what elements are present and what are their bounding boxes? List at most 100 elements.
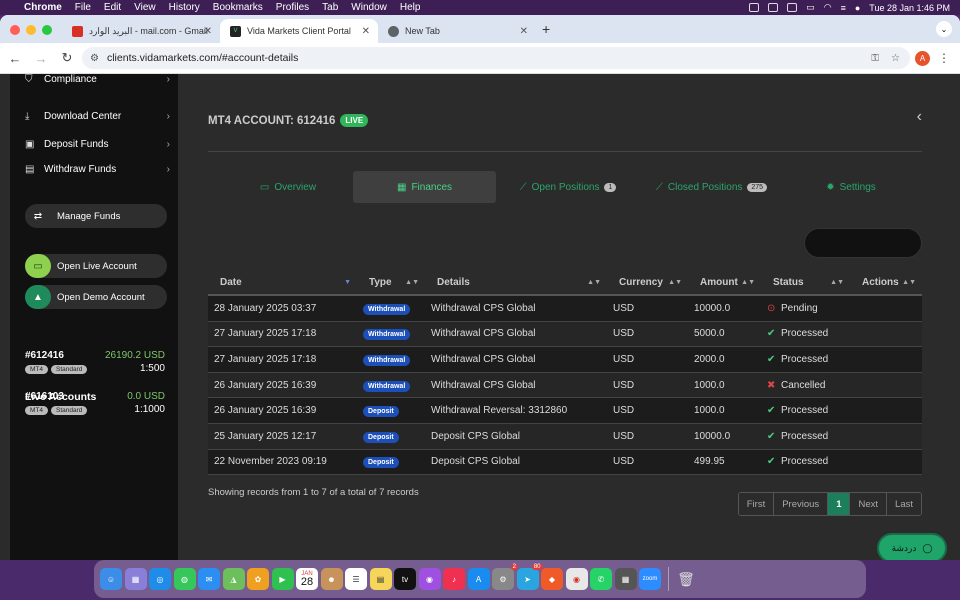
password-key-icon[interactable]: ⚿ (871, 53, 879, 64)
app-store-icon[interactable]: A (467, 568, 490, 590)
calendar-icon[interactable]: JAN 28 (296, 568, 318, 590)
tab-search-button[interactable]: ⌄ (936, 21, 952, 37)
url-text[interactable]: clients.vidamarkets.com/#account-details (107, 52, 298, 64)
tab-settings[interactable]: ✹ Settings (816, 171, 886, 203)
menu-help[interactable]: Help (400, 2, 421, 13)
menu-view[interactable]: View (134, 2, 156, 13)
table-row[interactable]: 26 January 2025 16:39 Deposit Withdrawal R… (208, 398, 922, 424)
finder-icon[interactable]: ☺ (100, 568, 122, 590)
photos-icon[interactable]: ✿ (247, 568, 269, 590)
screen-icon[interactable] (768, 3, 779, 12)
table-row[interactable]: 28 January 2025 03:37 Withdrawal Withdrawa… (208, 296, 922, 322)
forward-button[interactable]: → (28, 51, 54, 66)
tab-gmail[interactable]: البريد الوارد - mail.com - Gmail ✕ (62, 19, 220, 43)
menu-profiles[interactable]: Profiles (276, 2, 309, 13)
notes-icon[interactable]: ▤ (369, 568, 392, 590)
safari-icon[interactable]: ◎ (149, 568, 171, 590)
chrome-icon[interactable]: ◉ (565, 568, 588, 590)
bookmark-star-icon[interactable]: ☆ (891, 53, 900, 64)
wifi-icon[interactable]: ◠ (824, 2, 832, 13)
column-date[interactable]: Date ▼ (208, 269, 357, 295)
close-tab-icon[interactable]: ✕ (362, 26, 370, 37)
address-bar[interactable]: ⚙ clients.vidamarkets.com/#account-detai… (82, 47, 910, 69)
sidebar-item-deposit-funds[interactable]: ▣ Deposit Funds › (25, 139, 170, 150)
menu-window[interactable]: Window (351, 2, 387, 13)
search-input[interactable] (804, 228, 922, 258)
clock[interactable]: Tue 28 Jan 1:46 PM (869, 3, 950, 13)
site-info-icon[interactable]: ⚙ (90, 53, 99, 64)
table-row[interactable]: 25 January 2025 12:17 Deposit Deposit CPS … (208, 423, 922, 450)
whatsapp-icon[interactable]: ✆ (590, 568, 612, 590)
account-item-612416[interactable]: #612416 26190.2 USD MT4 Standard 1:500 (25, 350, 165, 374)
trash-icon[interactable]: 🗑 (675, 568, 697, 590)
table-row[interactable]: 26 January 2025 16:39 Withdrawal Withdrawa… (208, 372, 922, 399)
table-row[interactable]: 27 January 2025 17:18 Withdrawal Withdrawa… (208, 347, 922, 373)
menu-edit[interactable]: Edit (104, 2, 121, 13)
column-amount[interactable]: Amount ▲▼ (688, 269, 761, 295)
calculator-icon[interactable]: ▦ (614, 568, 637, 590)
control-center-icon[interactable]: ≡ (841, 3, 846, 13)
messages-icon[interactable]: ◍ (173, 568, 196, 590)
manage-funds-button[interactable]: ⇄ Manage Funds (25, 204, 167, 228)
column-status[interactable]: Status ▲▼ (761, 269, 850, 295)
account-item-616103[interactable]: #616103 0.0 USD MT4 Standard 1:1000 (25, 391, 165, 415)
music-icon[interactable]: ♪ (443, 568, 465, 590)
launchpad-icon[interactable]: ▦ (124, 568, 147, 590)
profile-avatar[interactable]: A (915, 51, 930, 66)
column-type[interactable]: Type ▲▼ (357, 269, 425, 295)
next-page-button[interactable]: Next (850, 493, 888, 515)
menu-file[interactable]: File (75, 2, 91, 13)
menu-app-name[interactable]: Chrome (24, 2, 62, 13)
tab-vida-markets[interactable]: V Vida Markets Client Portal ✕ (220, 19, 378, 43)
table-row[interactable]: 27 January 2025 17:18 Withdrawal Withdrawa… (208, 321, 922, 348)
open-demo-account-button[interactable]: ▲ Open Demo Account (25, 285, 167, 309)
battery-icon[interactable]: ▭ (806, 2, 815, 13)
menu-tab[interactable]: Tab (322, 2, 338, 13)
zoom-icon[interactable]: zoom (639, 568, 661, 590)
sidebar-item-withdraw-funds[interactable]: ▤ Withdraw Funds › (25, 164, 170, 175)
facetime-icon[interactable]: ▶ (271, 568, 294, 590)
tab-finances[interactable]: ▦ Finances (353, 171, 496, 203)
podcasts-icon[interactable]: ◉ (418, 568, 441, 590)
control-icon[interactable] (749, 3, 760, 12)
back-button[interactable]: ← (2, 51, 28, 66)
apple-tv-icon[interactable]: tv (394, 568, 416, 590)
mail-icon[interactable]: ✉ (198, 568, 220, 590)
sidebar-item-download-center[interactable]: ⤓ Download Center › (25, 111, 170, 122)
column-actions[interactable]: Actions ▲▼ (850, 269, 922, 295)
maps-icon[interactable]: ◮ (222, 568, 245, 590)
tab-open-positions[interactable]: ⟋ Open Positions 1 (508, 171, 628, 203)
previous-page-button[interactable]: Previous (774, 493, 829, 515)
zoom-window-button[interactable] (42, 25, 52, 35)
page-1-button[interactable]: 1 (828, 493, 851, 515)
close-tab-icon[interactable]: ✕ (204, 26, 212, 37)
new-tab-button[interactable]: + (542, 21, 550, 37)
last-page-button[interactable]: Last (887, 493, 921, 515)
first-page-button[interactable]: First (738, 493, 775, 515)
browser-menu-icon[interactable]: ⋮ (938, 51, 950, 65)
siri-icon[interactable]: ● (855, 3, 860, 13)
sidebar-item-compliance[interactable]: ⛉ Compliance › (25, 74, 170, 85)
column-currency[interactable]: Currency ▲▼ (607, 269, 688, 295)
reload-button[interactable]: ↻ (54, 50, 80, 66)
tab-new-tab[interactable]: New Tab ✕ (378, 19, 536, 43)
menu-history[interactable]: History (169, 2, 200, 13)
chat-button[interactable]: دردشة ◯ (877, 533, 947, 560)
telegram-icon[interactable]: ➤ 80 (516, 564, 543, 590)
chevron-left-icon[interactable]: ‹ (917, 108, 922, 126)
close-window-button[interactable] (10, 25, 20, 35)
reminders-icon[interactable]: ☰ (345, 568, 367, 590)
column-details[interactable]: Details ▲▼ (425, 269, 607, 295)
minimize-window-button[interactable] (26, 25, 36, 35)
menu-bookmarks[interactable]: Bookmarks (213, 2, 263, 13)
brave-icon[interactable]: ◆ (541, 568, 563, 590)
close-tab-icon[interactable]: ✕ (520, 26, 528, 37)
input-source-icon[interactable] (787, 3, 798, 12)
contacts-icon[interactable]: ☻ (320, 568, 343, 590)
account-leverage: 1:1000 (134, 404, 165, 415)
open-live-account-button[interactable]: ▭ Open Live Account (25, 254, 167, 278)
tab-closed-positions[interactable]: ⟋ Closed Positions 275 (644, 171, 779, 203)
system-settings-icon[interactable]: ⚙ 2 (492, 564, 518, 590)
table-row[interactable]: 22 November 2023 09:19 Deposit Deposit CPS… (208, 449, 922, 476)
tab-overview[interactable]: ▭ Overview (236, 171, 340, 203)
